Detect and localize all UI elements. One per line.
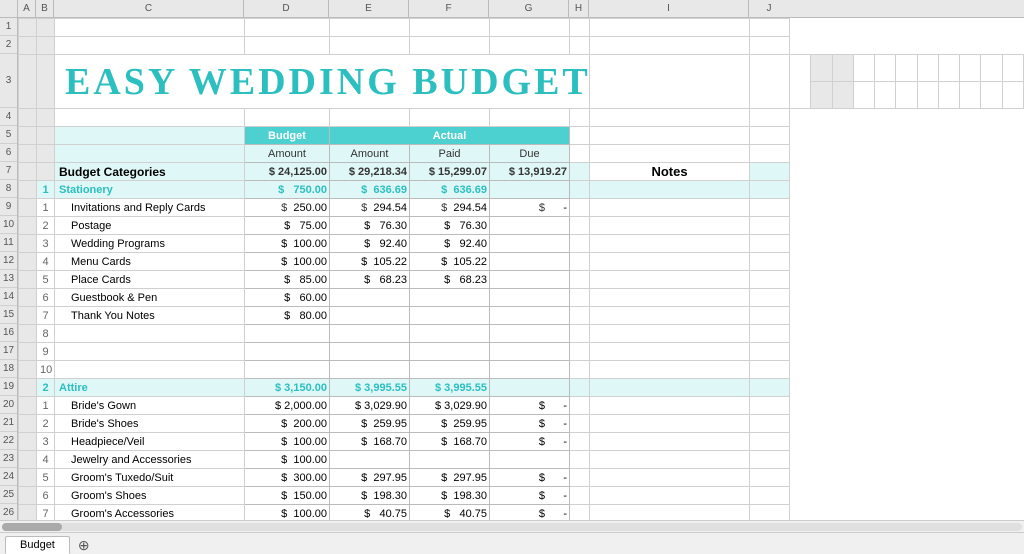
row-budget-header: Budget Actual xyxy=(19,127,1024,145)
row-thank-you: 7 Thank You Notes $ 80.00 xyxy=(19,307,1024,325)
row-jewelry: 4 Jewelry and Accessories $ 100.00 xyxy=(19,451,1024,469)
row-2 xyxy=(19,37,1024,55)
col-header-b: B xyxy=(36,0,54,17)
actual-amount-col-header: Amount xyxy=(330,145,410,163)
row-22: 10 xyxy=(19,361,1024,379)
col-header-d: D xyxy=(244,0,329,17)
budget-header: Budget xyxy=(245,127,330,145)
due-col-header: Due xyxy=(490,145,570,163)
col-header-j: J xyxy=(749,0,789,17)
row-invitations: 1 Invitations and Reply Cards $ 250.00 $… xyxy=(19,199,1024,217)
total-due: $ 13,919.27 xyxy=(490,163,570,181)
row-stationery-cat: 1 Stationery $ 750.00 $ 636.69 $ 636.69 xyxy=(19,181,1024,199)
row-20: 8 xyxy=(19,325,1024,343)
col-header-e: E xyxy=(329,0,409,17)
row-8 xyxy=(19,109,1024,127)
col-header-f: F xyxy=(409,0,489,17)
notes-header: Notes xyxy=(590,163,750,181)
paid-col-header: Paid xyxy=(410,145,490,163)
row-brides-gown: 1 Bride's Gown $ 2,000.00 $ 3,029.90 $ 3… xyxy=(19,397,1024,415)
scrollbar-track[interactable] xyxy=(2,523,1022,531)
row-brides-shoes: 2 Bride's Shoes $ 200.00 $ 259.95 $ 259.… xyxy=(19,415,1024,433)
row-grooms-accessories: 7 Groom's Accessories $ 100.00 $ 40.75 $… xyxy=(19,505,1024,521)
row-menu-cards: 4 Menu Cards $ 100.00 $ 105.22 $ 105.22 xyxy=(19,253,1024,271)
col-header-c: C xyxy=(54,0,244,17)
col-header-g: G xyxy=(489,0,569,17)
row-numbers: 1 2 3 4 5 6 7 8 9 10 11 12 13 14 15 16 1… xyxy=(0,18,18,520)
budget-categories-label: Budget Categories xyxy=(55,163,245,181)
scrollbar-thumb[interactable] xyxy=(2,523,62,531)
add-tab-button[interactable]: ⊕ xyxy=(72,536,96,554)
row-totals: Budget Categories $ 24,125.00 $ 29,218.3… xyxy=(19,163,1024,181)
row-guestbook: 6 Guestbook & Pen $ 60.00 xyxy=(19,289,1024,307)
row-1 xyxy=(19,19,1024,37)
row-headpiece: 3 Headpiece/Veil $ 100.00 $ 168.70 $ 168… xyxy=(19,433,1024,451)
row-grooms-shoes: 6 Groom's Shoes $ 150.00 $ 198.30 $ 198.… xyxy=(19,487,1024,505)
tab-bar: Budget ⊕ xyxy=(0,532,1024,554)
row-tuxedo: 5 Groom's Tuxedo/Suit $ 300.00 $ 297.95 … xyxy=(19,469,1024,487)
total-actual-amount: $ 29,218.34 xyxy=(330,163,410,181)
budget-tab[interactable]: Budget xyxy=(5,536,70,554)
spreadsheet-title: EASY WEDDING BUDGET xyxy=(65,61,591,103)
col-header-i: I xyxy=(589,0,749,17)
row-postage: 2 Postage $ 75.00 $ 76.30 $ 76.30 xyxy=(19,217,1024,235)
row-wedding-programs: 3 Wedding Programs $ 100.00 $ 92.40 $ 92… xyxy=(19,235,1024,253)
row-place-cards: 5 Place Cards $ 85.00 $ 68.23 $ 68.23 xyxy=(19,271,1024,289)
total-paid: $ 15,299.07 xyxy=(410,163,490,181)
row-21: 9 xyxy=(19,343,1024,361)
col-header-h: H xyxy=(569,0,589,17)
actual-header: Actual xyxy=(330,127,570,145)
total-budget-amount: $ 24,125.00 xyxy=(245,163,330,181)
amount-col-header: Amount xyxy=(245,145,330,163)
row-amount-header: Amount Amount Paid Due xyxy=(19,145,1024,163)
col-header-a: A xyxy=(18,0,36,17)
row-attire-cat: 2 Attire $ 3,150.00 $ 3,995.55 $ 3,995.5… xyxy=(19,379,1024,397)
